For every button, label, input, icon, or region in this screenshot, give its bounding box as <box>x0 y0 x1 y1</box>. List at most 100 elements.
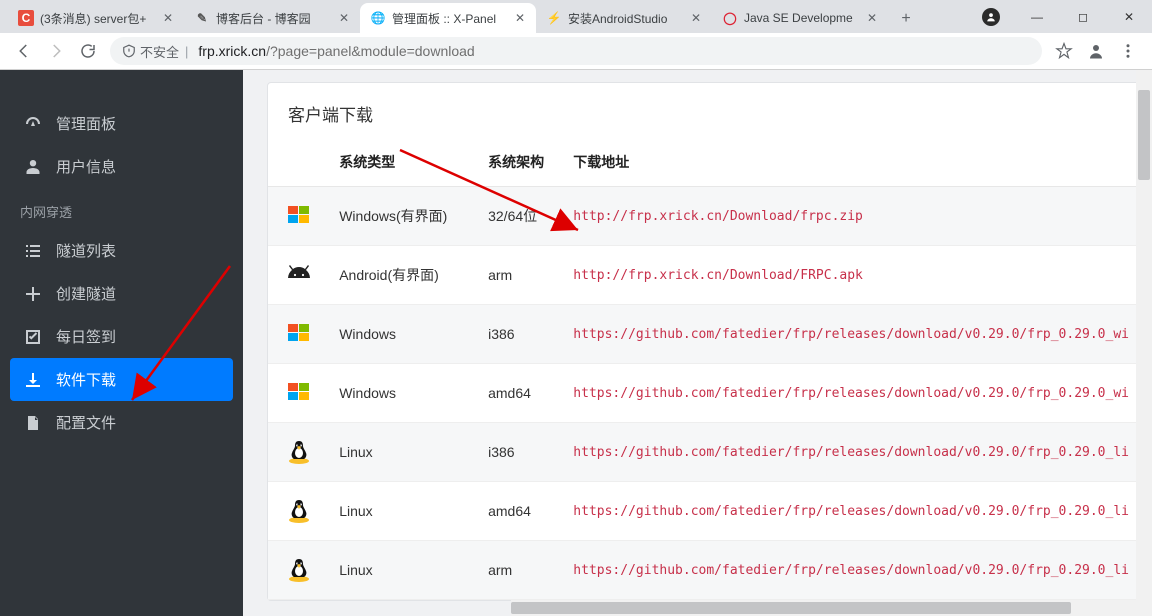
sidebar-item-label: 创建隧道 <box>56 283 116 304</box>
tab-title: Java SE Developme <box>744 11 860 25</box>
check-icon <box>24 328 42 346</box>
cell-arch: arm <box>478 541 563 600</box>
tab-favicon: ⚡ <box>546 10 562 26</box>
browser-tab[interactable]: ⚡ 安装AndroidStudio✕ <box>536 3 712 33</box>
download-link[interactable]: https://github.com/fatedier/frp/releases… <box>563 541 1139 600</box>
file-icon <box>24 414 42 432</box>
download-link[interactable]: https://github.com/fatedier/frp/releases… <box>563 364 1139 423</box>
new-tab-button[interactable]: + <box>892 5 920 33</box>
window-maximize-button[interactable]: ◻ <box>1060 0 1106 33</box>
cell-system: Linux <box>329 482 478 541</box>
url-host: frp.xrick.cn <box>198 43 266 59</box>
table-row: Linux amd64 https://github.com/fatedier/… <box>268 482 1139 541</box>
download-table: 系统类型 系统架构 下载地址 Windows(有界面) 32/64位 http:… <box>268 140 1139 600</box>
download-link[interactable]: http://frp.xrick.cn/Download/frpc.zip <box>563 187 1139 246</box>
vertical-scrollbar[interactable] <box>1136 70 1152 616</box>
user-icon <box>24 158 42 176</box>
browser-tab[interactable]: ◯ Java SE Developme ✕ <box>712 3 888 33</box>
linux-icon <box>286 557 312 583</box>
download-link[interactable]: http://frp.xrick.cn/Download/FRPC.apk <box>563 246 1139 305</box>
tab-close-icon[interactable]: ✕ <box>160 10 176 26</box>
table-row: Windows(有界面) 32/64位 http://frp.xrick.cn/… <box>268 187 1139 246</box>
tab-title: 安装AndroidStudio <box>568 10 684 27</box>
sidebar-item-check[interactable]: 每日签到 <box>0 315 243 358</box>
cell-arch: i386 <box>478 305 563 364</box>
cell-system: Windows <box>329 364 478 423</box>
sidebar-item-user[interactable]: 用户信息 <box>0 145 243 188</box>
window-controls: — ◻ ✕ <box>968 0 1152 33</box>
cell-arch: amd64 <box>478 482 563 541</box>
plus-icon <box>24 285 42 303</box>
user-badge-icon[interactable] <box>982 8 1000 26</box>
sidebar-item-list[interactable]: 隧道列表 <box>0 229 243 272</box>
download-link[interactable]: https://github.com/fatedier/frp/releases… <box>563 305 1139 364</box>
download-link[interactable]: https://github.com/fatedier/frp/releases… <box>563 423 1139 482</box>
sidebar-item-label: 管理面板 <box>56 113 116 134</box>
table-row: Windows amd64 https://github.com/fatedie… <box>268 364 1139 423</box>
sidebar: 管理面板用户信息内网穿透隧道列表创建隧道每日签到软件下载配置文件 <box>0 70 243 616</box>
nav-reload-button[interactable] <box>72 35 104 67</box>
linux-icon <box>286 498 312 524</box>
sidebar-item-label: 用户信息 <box>56 156 116 177</box>
sidebar-item-label: 配置文件 <box>56 412 116 433</box>
col-system: 系统类型 <box>329 140 478 187</box>
tab-close-icon[interactable]: ✕ <box>864 10 880 26</box>
horizontal-scrollbar[interactable] <box>511 600 1136 616</box>
download-link[interactable]: https://github.com/fatedier/frp/releases… <box>563 482 1139 541</box>
cell-system: Linux <box>329 423 478 482</box>
windows-icon <box>286 203 312 229</box>
tab-title: (3条消息) server包+ <box>40 10 156 27</box>
card-title: 客户端下载 <box>268 83 1139 140</box>
nav-forward-button[interactable] <box>40 35 72 67</box>
bookmark-button[interactable] <box>1048 35 1080 67</box>
sidebar-item-file[interactable]: 配置文件 <box>0 401 243 444</box>
tab-close-icon[interactable]: ✕ <box>688 10 704 26</box>
sidebar-item-dashboard[interactable]: 管理面板 <box>0 102 243 145</box>
browser-tabstrip: C(3条消息) server包+✕✎博客后台 - 博客园✕🌐管理面板 :: X-… <box>0 0 1152 33</box>
browser-addressbar: 不安全 | frp.xrick.cn/?page=panel&module=do… <box>0 33 1152 70</box>
cell-system: Windows(有界面) <box>329 187 478 246</box>
cell-arch: amd64 <box>478 364 563 423</box>
tab-title: 博客后台 - 博客园 <box>216 10 332 27</box>
page-viewport: 管理面板用户信息内网穿透隧道列表创建隧道每日签到软件下载配置文件 客户端下载 系… <box>0 70 1152 616</box>
cell-system: Windows <box>329 305 478 364</box>
sidebar-item-download[interactable]: 软件下载 <box>10 358 233 401</box>
windows-icon <box>286 321 312 347</box>
omnibox[interactable]: 不安全 | frp.xrick.cn/?page=panel&module=do… <box>110 37 1042 65</box>
tab-favicon: ✎ <box>194 10 210 26</box>
content-area: 客户端下载 系统类型 系统架构 下载地址 Windows(有界面) 32/64位… <box>243 70 1152 616</box>
tab-favicon: ◯ <box>722 10 738 26</box>
cell-system: Linux <box>329 541 478 600</box>
col-arch: 系统架构 <box>478 140 563 187</box>
cell-system: Android(有界面) <box>329 246 478 305</box>
table-row: Linux i386 https://github.com/fatedier/f… <box>268 423 1139 482</box>
sidebar-item-plus[interactable]: 创建隧道 <box>0 272 243 315</box>
linux-icon <box>286 439 312 465</box>
browser-tab[interactable]: 🌐管理面板 :: X-Panel✕ <box>360 3 536 33</box>
table-row: Linux arm https://github.com/fatedier/fr… <box>268 541 1139 600</box>
tab-close-icon[interactable]: ✕ <box>512 10 528 26</box>
window-minimize-button[interactable]: — <box>1014 0 1060 33</box>
profile-badge[interactable] <box>1080 35 1112 67</box>
col-url: 下载地址 <box>563 140 1139 187</box>
download-icon <box>24 371 42 389</box>
browser-tab[interactable]: C (3条消息) server包+✕ <box>8 3 184 33</box>
cell-arch: i386 <box>478 423 563 482</box>
security-indicator: 不安全 | <box>122 42 192 61</box>
table-row: Windows i386 https://github.com/fatedier… <box>268 305 1139 364</box>
download-card: 客户端下载 系统类型 系统架构 下载地址 Windows(有界面) 32/64位… <box>267 82 1140 601</box>
window-close-button[interactable]: ✕ <box>1106 0 1152 33</box>
browser-tab[interactable]: ✎ 博客后台 - 博客园✕ <box>184 3 360 33</box>
tab-favicon: C <box>18 10 34 26</box>
cell-arch: 32/64位 <box>478 187 563 246</box>
sidebar-item-label: 隧道列表 <box>56 240 116 261</box>
android-icon <box>286 262 312 288</box>
sidebar-item-label: 每日签到 <box>56 326 116 347</box>
list-icon <box>24 242 42 260</box>
browser-menu-button[interactable] <box>1112 35 1144 67</box>
nav-back-button[interactable] <box>8 35 40 67</box>
cell-arch: arm <box>478 246 563 305</box>
url-path: /?page=panel&module=download <box>266 43 475 59</box>
tab-favicon: 🌐 <box>370 10 386 26</box>
tab-close-icon[interactable]: ✕ <box>336 10 352 26</box>
